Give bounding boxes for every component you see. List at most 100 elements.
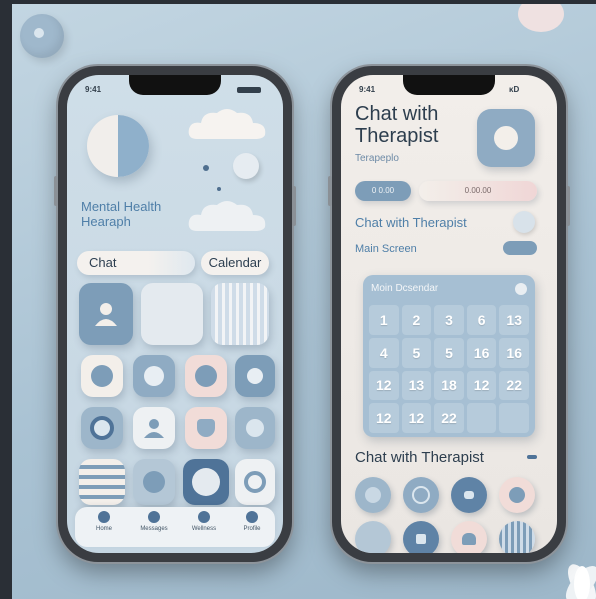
- screen-title: Chat with Therapist: [355, 103, 438, 147]
- filter-chip-1[interactable]: 0 0.00: [355, 181, 411, 201]
- calendar-day[interactable]: 13: [401, 370, 432, 401]
- option-circle-4[interactable]: [499, 477, 535, 513]
- more-icon[interactable]: [527, 455, 537, 459]
- avatar: [494, 126, 518, 150]
- therapist-tile[interactable]: [133, 407, 175, 449]
- heart-icon: [197, 419, 215, 437]
- tab-label: Wellness: [191, 526, 217, 532]
- subtitle: Terapeplo: [355, 153, 399, 164]
- calendar-day[interactable]: 18: [434, 370, 464, 401]
- profile-tile[interactable]: [79, 283, 133, 345]
- calendar-button[interactable]: Calendar: [201, 251, 269, 275]
- chat-button-label: Chat: [89, 255, 117, 270]
- moon-widget[interactable]: [87, 115, 149, 177]
- calendar-day[interactable]: 16: [466, 337, 497, 368]
- option-circle-6[interactable]: [403, 521, 439, 553]
- smile-icon: [91, 365, 113, 387]
- waves-tile[interactable]: [79, 459, 125, 505]
- phone-side-button: [292, 186, 296, 226]
- calendar-menu-icon[interactable]: [515, 283, 527, 295]
- sleep-tile[interactable]: [235, 407, 275, 449]
- record-icon: [192, 468, 220, 496]
- tab-profile[interactable]: Profile: [227, 511, 277, 532]
- calendar-day[interactable]: 2: [401, 305, 432, 335]
- user-icon: [95, 303, 117, 326]
- app-title: Mental Health Hearaph: [81, 199, 161, 229]
- option-circle-1[interactable]: [355, 477, 391, 513]
- calendar-day[interactable]: 12: [401, 403, 432, 433]
- calendar-button-label: Calendar: [208, 255, 262, 270]
- calendar-day[interactable]: 4: [369, 337, 399, 368]
- tab-messages[interactable]: Messages: [129, 511, 179, 532]
- breathing-tile[interactable]: [133, 459, 175, 505]
- filter-chip-label: 0.00.00: [464, 186, 492, 195]
- calendar-day[interactable]: 13: [499, 305, 529, 335]
- blank-tile[interactable]: [141, 283, 203, 345]
- calendar-day[interactable]: 5: [401, 337, 432, 368]
- wellness-icon: [198, 511, 210, 523]
- calendar-day[interactable]: 1: [369, 305, 399, 335]
- target-icon: [90, 416, 114, 440]
- calendar-day[interactable]: [499, 403, 529, 433]
- record-tile[interactable]: [183, 459, 229, 505]
- calendar-day[interactable]: 6: [466, 305, 497, 335]
- calendar-day[interactable]: 16: [499, 337, 529, 368]
- status-indicators: ᴋD: [509, 85, 520, 94]
- moon-shade: [118, 115, 149, 177]
- settings-tile[interactable]: [235, 355, 275, 397]
- chat-icon[interactable]: [513, 211, 535, 233]
- calendar-grid: 1 2 3 6 13 4 5 5 16 16 12 13 18 12 22 12: [369, 305, 529, 433]
- messages-icon: [148, 511, 160, 523]
- spiral-tile[interactable]: [235, 459, 275, 505]
- phone-notch: [129, 75, 221, 95]
- calendar-day[interactable]: 12: [369, 403, 399, 433]
- stripes-tile[interactable]: [211, 283, 269, 345]
- option-circle-5[interactable]: [355, 521, 391, 553]
- option-circle-2[interactable]: [403, 477, 439, 513]
- calendar-title: Moin Dcsendar: [371, 283, 439, 294]
- focus-tile[interactable]: [81, 407, 123, 449]
- journal-tile[interactable]: [185, 355, 227, 397]
- calendar-day[interactable]: 12: [369, 370, 399, 401]
- app-title-line2: Hearaph: [81, 214, 131, 229]
- screen-title-line2: Therapist: [355, 125, 439, 147]
- tab-home[interactable]: Home: [79, 511, 129, 532]
- phone-mockup-right: 9:41 ᴋD Chat with Therapist Terapeplo 0 …: [328, 66, 570, 562]
- phone-side-button: [54, 176, 58, 206]
- heart-tile[interactable]: [185, 407, 227, 449]
- home-icon: [98, 511, 110, 523]
- toggle-knob[interactable]: [233, 153, 259, 179]
- calendar-day[interactable]: 22: [434, 403, 464, 433]
- spiral-icon: [244, 471, 266, 493]
- filter-chip-2[interactable]: 0.00.00: [419, 181, 537, 201]
- phone-side-button: [328, 176, 332, 206]
- tab-wellness[interactable]: Wellness: [179, 511, 229, 532]
- tab-label: Home: [95, 526, 112, 532]
- chat-button[interactable]: Chat: [77, 251, 195, 275]
- filter-chip-label: 0 0.00: [371, 186, 395, 195]
- option-circle-7[interactable]: [451, 521, 487, 553]
- calendar-day[interactable]: 12: [466, 370, 497, 401]
- toggle-switch[interactable]: [503, 241, 537, 255]
- calendar-day[interactable]: 5: [434, 337, 464, 368]
- section-heading: Chat with Therapist: [355, 449, 484, 466]
- lotus-icon: [143, 471, 165, 493]
- option-circle-8[interactable]: [499, 521, 535, 553]
- option-circle-3[interactable]: [451, 477, 487, 513]
- avatar-tile[interactable]: [477, 109, 535, 167]
- phone-notch: [403, 75, 495, 95]
- dot-icon: [203, 165, 209, 171]
- ring-icon: [412, 486, 430, 504]
- tab-label: Profile: [243, 526, 261, 532]
- meditation-tile[interactable]: [133, 355, 175, 397]
- profile-icon: [246, 511, 258, 523]
- mood-tile[interactable]: [81, 355, 123, 397]
- flower-icon: [365, 487, 381, 503]
- tab-label: Messages: [140, 526, 168, 532]
- calendar-day[interactable]: 22: [499, 370, 529, 401]
- chat-link[interactable]: Chat with Therapist: [355, 215, 467, 230]
- calendar-day[interactable]: 3: [434, 305, 464, 335]
- cloud-icon: [188, 201, 266, 231]
- calendar-day[interactable]: [466, 403, 497, 433]
- square-icon: [416, 534, 426, 544]
